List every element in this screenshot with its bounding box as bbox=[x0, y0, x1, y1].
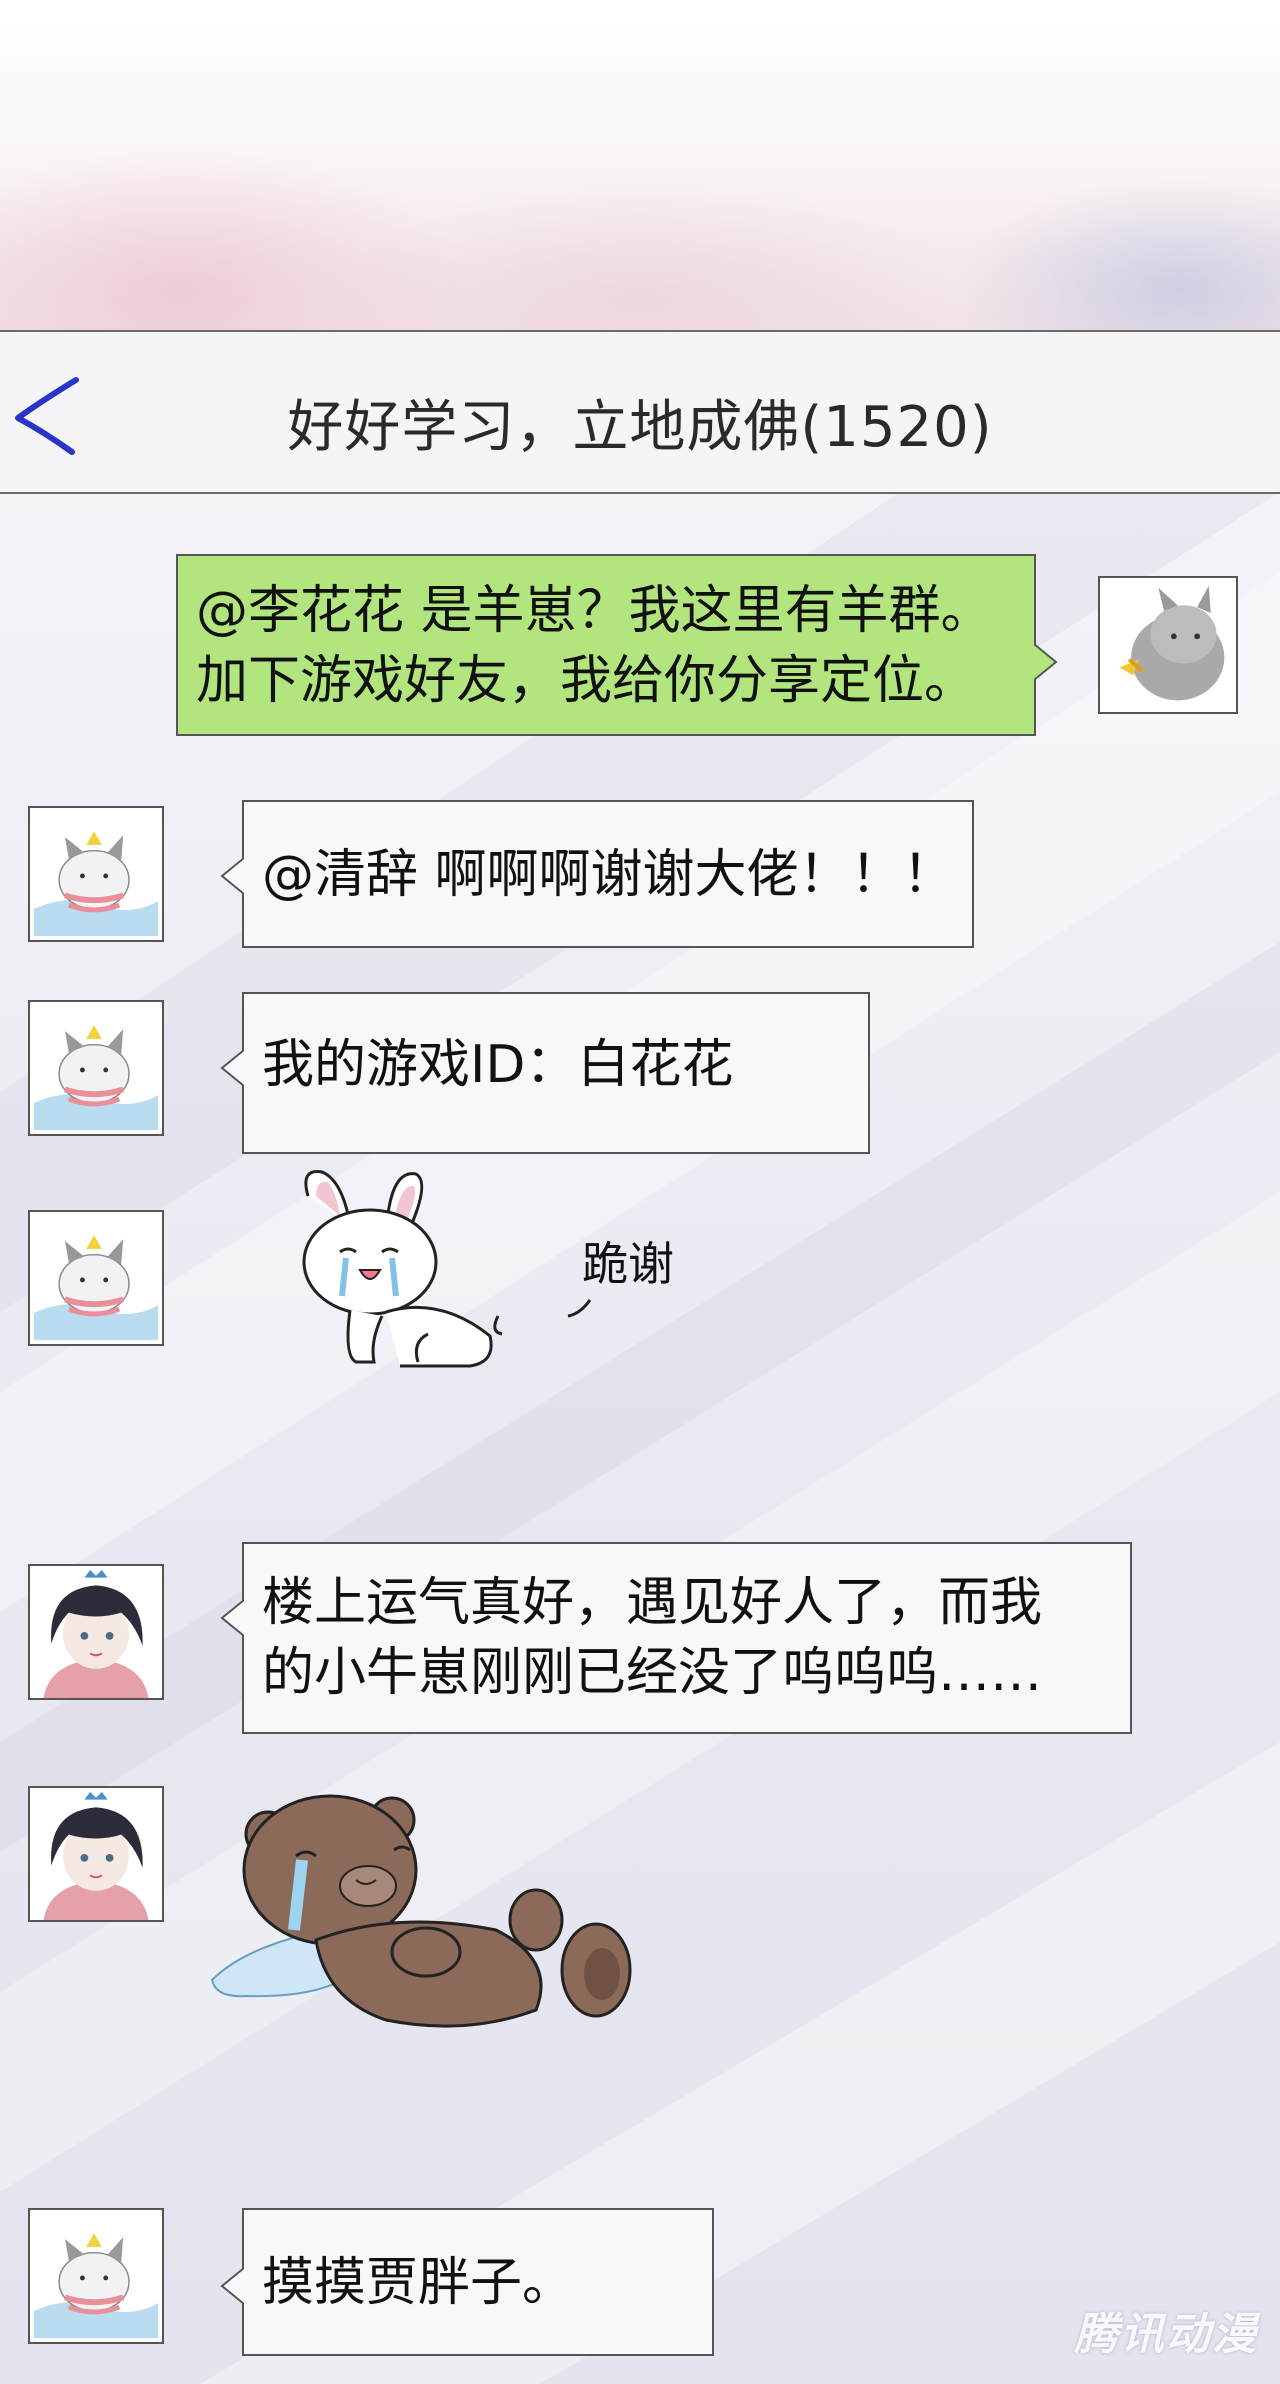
top-banner bbox=[0, 0, 1280, 330]
gray-cat-avatar-icon bbox=[1100, 578, 1236, 712]
white-cat-avatar-icon bbox=[30, 2210, 162, 2342]
crying-bunny-sticker[interactable]: 跪谢 bbox=[290, 1166, 710, 1376]
message-bubble[interactable]: 楼上运气真好，遇见好人了，而我 的小牛崽刚刚已经没了呜呜呜…… bbox=[220, 1542, 1132, 1734]
crying-bear-sticker[interactable] bbox=[206, 1770, 666, 2040]
avatar-girl[interactable] bbox=[28, 1564, 164, 1700]
white-cat-avatar-icon bbox=[30, 1212, 162, 1344]
avatar-girl[interactable] bbox=[28, 1786, 164, 1922]
message-line: 的小牛崽刚刚已经没了呜呜呜…… bbox=[262, 1643, 1043, 1703]
bubble-tail bbox=[220, 1049, 244, 1087]
chat-header: 好好学习，立地成佛(1520) bbox=[0, 330, 1280, 494]
chat-title: 好好学习，立地成佛(1520) bbox=[287, 395, 993, 460]
girl-avatar-icon bbox=[30, 1788, 162, 1920]
message-bubble[interactable]: 摸摸贾胖子。 bbox=[220, 2208, 714, 2356]
avatar-self[interactable] bbox=[1098, 576, 1238, 714]
message-bubble[interactable]: 我的游戏ID：白花花 bbox=[220, 992, 870, 1154]
bubble-tail bbox=[220, 2267, 244, 2305]
avatar-white-cat[interactable] bbox=[28, 806, 164, 942]
watermark: 腾讯动漫 bbox=[1074, 2309, 1258, 2360]
message-bubble-self[interactable]: @李花花 是羊崽？我这里有羊群。 加下游戏好友，我给你分享定位。 bbox=[176, 554, 1058, 736]
message-bubble[interactable]: @清辞 啊啊啊谢谢大佬！！！ bbox=[220, 800, 974, 948]
message-line: 我的游戏ID：白花花 bbox=[262, 1035, 734, 1095]
bubble-tail bbox=[1034, 643, 1058, 681]
white-cat-avatar-icon bbox=[30, 1002, 162, 1134]
message-line: 加下游戏好友，我给你分享定位。 bbox=[196, 651, 977, 711]
message-line: @李花花 是羊崽？我这里有羊群。 bbox=[196, 581, 993, 641]
avatar-white-cat[interactable] bbox=[28, 1000, 164, 1136]
avatar-white-cat[interactable] bbox=[28, 1210, 164, 1346]
message-line: 楼上运气真好，遇见好人了，而我 bbox=[262, 1573, 1043, 1633]
message-line: @清辞 啊啊啊谢谢大佬！！！ bbox=[262, 845, 955, 905]
girl-avatar-icon bbox=[30, 1566, 162, 1698]
white-cat-avatar-icon bbox=[30, 808, 162, 940]
avatar-white-cat[interactable] bbox=[28, 2208, 164, 2344]
chat-background bbox=[0, 492, 1280, 2384]
bubble-tail bbox=[220, 1599, 244, 1637]
message-line: 摸摸贾胖子。 bbox=[262, 2253, 575, 2313]
bubble-tail bbox=[220, 857, 244, 895]
sticker-caption: 跪谢 bbox=[582, 1237, 674, 1291]
crying-bear-icon bbox=[210, 1794, 632, 2028]
